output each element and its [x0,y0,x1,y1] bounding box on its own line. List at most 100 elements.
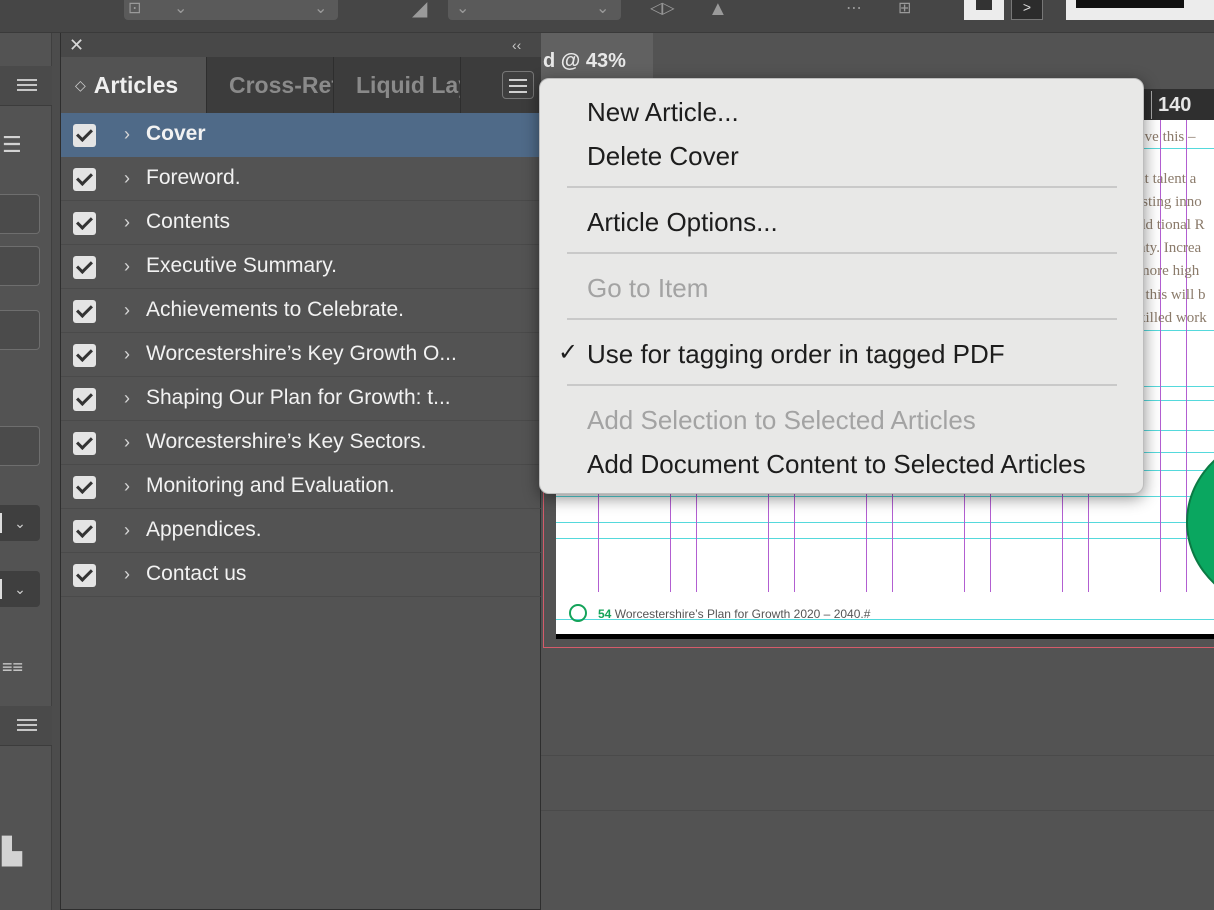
columns-icon[interactable]: ≡≡ [2,655,23,679]
stroke-icon[interactable]: ◢ [412,0,427,19]
menu-item-add-selection: Add Selection to Selected Articles [587,405,976,435]
menu-item-delete-article[interactable]: Delete Cover [587,141,739,172]
list-item[interactable]: › Cover [61,113,541,157]
document-text: nty. Increa [1138,240,1202,256]
panel-dock-handle[interactable] [52,33,60,910]
article-checkbox[interactable] [73,388,96,411]
article-label: Contents [146,210,231,233]
document-text: killed work [1138,310,1207,326]
menu-separator [567,186,1117,188]
collapse-icon[interactable]: ‹‹ [512,35,521,55]
article-checkbox[interactable] [73,344,96,367]
next-button[interactable]: > [1011,0,1043,20]
control-dropdown-2[interactable]: ⌄ ⌄ [448,0,621,20]
flip-icon[interactable]: ◁▷ [650,0,675,18]
panel-menu-button[interactable] [502,71,534,99]
list-item[interactable]: › Appendices. [61,509,541,553]
article-checkbox[interactable] [73,432,96,455]
article-label: Worcestershire’s Key Growth O... [146,342,457,365]
distribute-spacing-icon[interactable]: ⊞ [898,0,911,18]
strip-dropdown-2[interactable]: ⌄ [0,571,40,607]
fill-swatch[interactable] [964,0,1004,20]
menu-item-article-options[interactable]: Article Options... [587,207,778,238]
strip-field-2[interactable] [0,246,40,286]
guide-line [556,496,1214,497]
column-guide [1160,120,1161,592]
list-item[interactable]: › Shaping Our Plan for Growth: t... [61,377,541,421]
pasteboard-line [540,810,1214,811]
control-bar: ⊡ ⌄ ⌄ ◢ ⌄ ⌄ ◁▷ ▲ ⋯ ⊞ > [0,0,1214,33]
menu-item-go-to-item: Go to Item [587,273,709,303]
chart-icon[interactable]: ▙ [2,838,22,864]
article-checkbox[interactable] [73,476,96,499]
indesign-window: ⊡ ⌄ ⌄ ◢ ⌄ ⌄ ◁▷ ▲ ⋯ ⊞ > ☰ ⌄ ⌄ ≡≡ ▙ d @ 43… [0,0,1214,910]
footer-title: Worcestershire’s Plan for Growth 2020 – … [614,607,871,621]
articles-panel: ✕ ‹‹ ◇ Articles Cross-References Liquid L… [60,33,541,910]
panel-tabs: ◇ Articles Cross-References Liquid Layout [61,57,541,113]
document-text: eve this – [1138,129,1196,145]
checkmark-icon: ✓ [558,339,579,366]
page-shadow [556,634,1214,639]
article-label: Worcestershire’s Key Sectors. [146,430,427,453]
footer-logo-icon [569,604,587,622]
list-item[interactable]: › Monitoring and Evaluation. [61,465,541,509]
document-text: at talent a [1138,171,1197,187]
chevron-right-icon[interactable]: › [124,475,130,497]
list-item[interactable]: › Worcestershire’s Key Growth O... [61,333,541,377]
align-top-icon[interactable]: ▲ [708,0,728,19]
document-text: , this will b [1138,287,1206,303]
control-dropdown-1[interactable]: ⊡ ⌄ ⌄ [124,0,338,20]
chevron-right-icon[interactable]: › [124,255,130,277]
strip-field-1[interactable] [0,194,40,234]
strip-dropdown-1[interactable]: ⌄ [0,505,40,541]
pasteboard-line [540,755,1214,756]
chevron-down-icon: ⌄ [314,0,328,17]
chevron-right-icon[interactable]: › [124,387,130,409]
place-icon: ⊡ [128,0,142,17]
chevron-right-icon[interactable]: › [124,519,130,541]
strip-field-4[interactable] [0,426,40,466]
chevron-right-icon[interactable]: › [124,123,130,145]
list-item[interactable]: › Contact us [61,553,541,597]
tab-label: Cross-References [229,72,333,98]
list-item[interactable]: › Achievements to Celebrate. [61,289,541,333]
menu-item-add-document-content[interactable]: Add Document Content to Selected Article… [587,449,1086,480]
tab-cross-references[interactable]: Cross-References [207,57,333,113]
list-item[interactable]: › Foreword. [61,157,541,201]
article-checkbox[interactable] [73,564,96,587]
article-checkbox[interactable] [73,124,96,147]
chevron-right-icon[interactable]: › [124,299,130,321]
article-label: Executive Summary. [146,254,337,277]
menu-item-tagging-order[interactable]: Use for tagging order in tagged PDF [587,339,1005,370]
article-checkbox[interactable] [73,300,96,323]
close-icon[interactable]: ✕ [69,35,84,55]
align-right-icon[interactable]: ☰ [2,133,22,157]
panel-menu-icon[interactable] [17,79,37,93]
strip-field-3[interactable] [0,310,40,350]
tab-label: Liquid Layout [356,72,460,98]
chevron-right-icon[interactable]: › [124,563,130,585]
tab-liquid-layout[interactable]: Liquid Layout [334,57,460,113]
panel-menu-icon[interactable] [17,719,37,733]
chevron-right-icon[interactable]: › [124,211,130,233]
menu-separator [567,384,1117,386]
list-item[interactable]: › Contents [61,201,541,245]
panel-title-bar[interactable]: ✕ ‹‹ [61,33,541,57]
distribute-icon[interactable]: ⋯ [846,0,862,18]
article-label: Cover [146,122,206,145]
article-checkbox[interactable] [73,256,96,279]
tab-articles[interactable]: ◇ Articles [61,57,206,113]
article-checkbox[interactable] [73,212,96,235]
chevron-right-icon[interactable]: › [124,167,130,189]
menu-separator [567,318,1117,320]
menu-separator [567,252,1117,254]
list-item[interactable]: › Executive Summary. [61,245,541,289]
chevron-down-icon: ⌄ [174,0,188,17]
article-checkbox[interactable] [73,520,96,543]
chevron-right-icon[interactable]: › [124,431,130,453]
article-checkbox[interactable] [73,168,96,191]
list-item[interactable]: › Worcestershire’s Key Sectors. [61,421,541,465]
stroke-preview[interactable] [1066,0,1214,20]
chevron-right-icon[interactable]: › [124,343,130,365]
menu-item-new-article[interactable]: New Article... [587,97,739,128]
